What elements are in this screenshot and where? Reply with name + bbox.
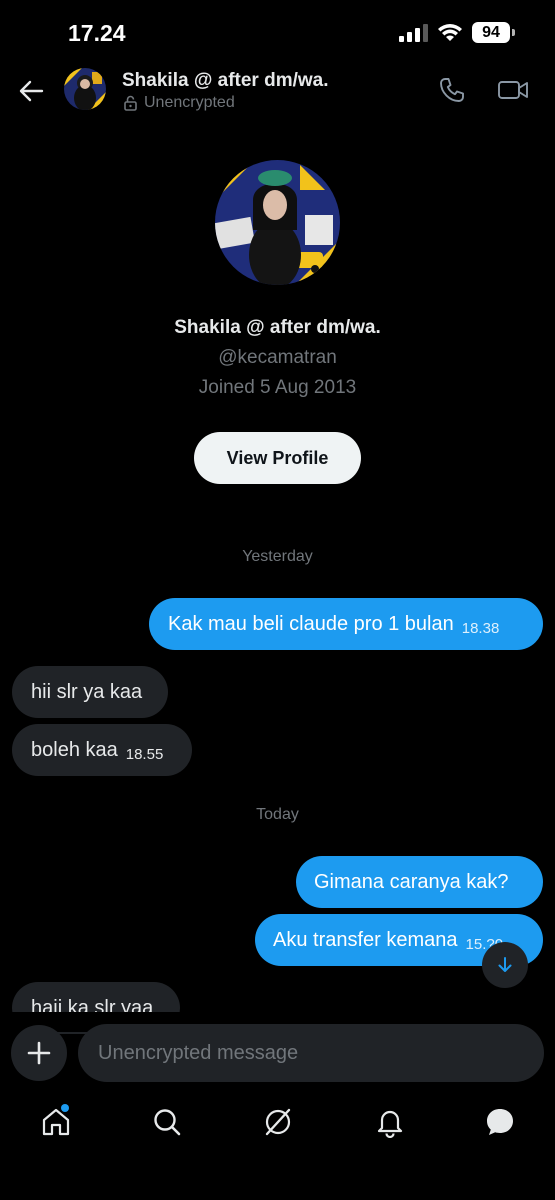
bottom-tab-bar: [0, 1096, 555, 1156]
search-icon[interactable]: [151, 1106, 183, 1138]
header-contact-name[interactable]: Shakila @ after dm/wa.: [122, 70, 329, 92]
lock-icon: [124, 95, 137, 111]
plus-icon: [27, 1041, 51, 1065]
video-icon[interactable]: [497, 76, 529, 104]
status-time: 17.24: [68, 20, 126, 46]
notifications-icon[interactable]: [374, 1106, 406, 1138]
message-time: 18.55: [125, 746, 164, 763]
add-media-button[interactable]: [11, 1025, 67, 1081]
profile-joined-date: Joined 5 Aug 2013: [198, 377, 357, 398]
messages-icon[interactable]: [484, 1106, 516, 1138]
cellular-signal-icon: [399, 24, 429, 42]
message-bubble-outgoing[interactable]: Kak mau beli claude pro 1 bulan 18.38: [149, 598, 543, 650]
status-bar: 17.24 94: [0, 0, 555, 62]
back-arrow-icon[interactable]: [18, 78, 44, 104]
message-text: Kak mau beli claude pro 1 bulan: [168, 613, 454, 635]
message-time: 18.38: [461, 620, 500, 637]
day-divider-today: Today: [256, 806, 299, 823]
message-input[interactable]: [78, 1024, 544, 1082]
scroll-to-bottom-button[interactable]: [482, 942, 528, 988]
profile-handle: @kecamatran: [218, 347, 337, 368]
message-text: hii slr ya kaa: [31, 681, 143, 703]
day-divider-yesterday: Yesterday: [242, 548, 313, 565]
arrow-down-icon: [498, 957, 512, 972]
battery-indicator: 94: [472, 22, 510, 43]
home-notification-dot: [61, 1104, 69, 1112]
wifi-icon: [438, 24, 462, 41]
avatar[interactable]: [64, 68, 106, 110]
battery-tip: [512, 29, 515, 36]
message-bubble-incoming[interactable]: boleh kaa 18.55: [12, 724, 192, 776]
message-bubble-incoming[interactable]: hii slr ya kaa: [12, 666, 168, 718]
message-text: Aku transfer kemana: [273, 929, 458, 951]
profile-name: Shakila @ after dm/wa.: [174, 317, 381, 338]
encryption-status: Unencrypted: [144, 94, 235, 111]
profile-avatar[interactable]: [215, 160, 340, 285]
message-text: Gimana caranya kak?: [314, 871, 509, 893]
grok-icon[interactable]: [262, 1106, 294, 1138]
conversation-header: Shakila @ after dm/wa. Unencrypted: [0, 62, 555, 122]
message-text: boleh kaa: [31, 739, 118, 761]
phone-icon[interactable]: [438, 76, 466, 104]
view-profile-button[interactable]: View Profile: [194, 432, 361, 484]
message-bubble-outgoing[interactable]: Gimana caranya kak?: [296, 856, 543, 908]
